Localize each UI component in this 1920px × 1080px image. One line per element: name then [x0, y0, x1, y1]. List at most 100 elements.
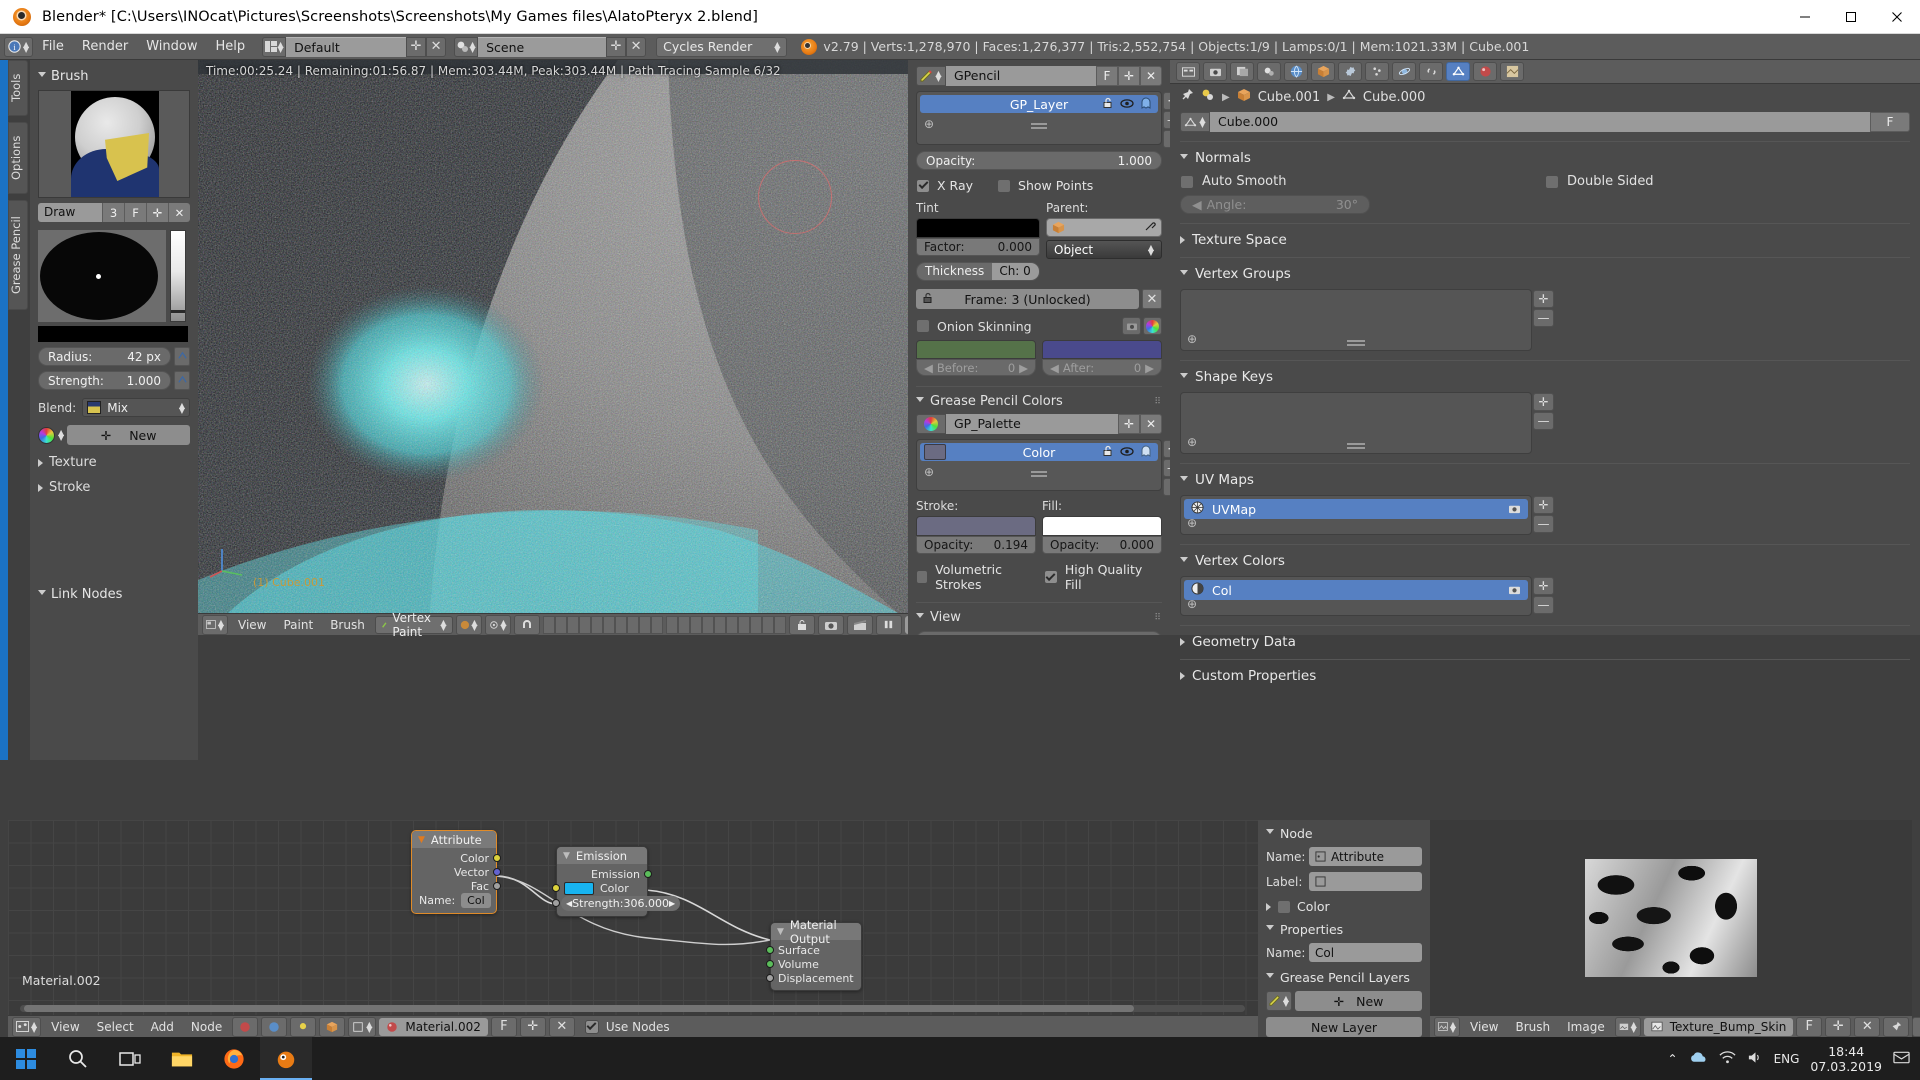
editor-type-info-icon[interactable]: i ▲ ▼	[4, 36, 34, 57]
vertex-color-row[interactable]: Col	[1184, 580, 1528, 600]
socket-displacement[interactable]	[766, 974, 774, 982]
gpencil-opacity-slider[interactable]: Opacity: 1.000	[916, 151, 1162, 170]
socket-strength-in[interactable]	[552, 899, 560, 907]
menu-file[interactable]: File	[33, 37, 73, 57]
brush-fake-user-button[interactable]: F	[124, 203, 146, 222]
unlock-icon[interactable]	[1102, 97, 1114, 112]
node-material-selector[interactable]: Material.002	[379, 1017, 488, 1036]
menu-help[interactable]: Help	[206, 37, 254, 57]
delete-frame-button[interactable]: ✕	[1142, 289, 1162, 309]
slot-object-icon[interactable]	[319, 1016, 346, 1037]
fill-color-swatch[interactable]	[1042, 516, 1162, 536]
firefox-button[interactable]	[208, 1037, 260, 1080]
texture-panel-header[interactable]: Texture	[38, 455, 190, 470]
tab-grease-pencil[interactable]: Grease Pencil	[8, 200, 28, 310]
parent-object-field[interactable]	[1046, 218, 1162, 237]
material-properties-tab[interactable]	[1473, 62, 1497, 81]
vertex-groups-section-header[interactable]: Vertex Groups	[1180, 257, 1910, 282]
add-uvmap-icon[interactable]: ⊕	[1187, 516, 1197, 530]
shape-keys-section-header[interactable]: Shape Keys	[1180, 360, 1910, 385]
start-button[interactable]	[0, 1037, 52, 1080]
vertex-color-add-button[interactable]: ✛	[1533, 577, 1554, 595]
texture-space-section-header[interactable]: Texture Space	[1180, 223, 1910, 248]
palette-name-field[interactable]: GP_Palette	[946, 414, 1118, 434]
parent-type-dropdown[interactable]: Object ▲ ▼	[1046, 240, 1162, 259]
onion-after-field[interactable]: ◀ After: 0 ▶	[1042, 359, 1162, 376]
vertex-colors-list[interactable]: Col ⊕ ✛ —	[1180, 576, 1554, 616]
image-fake-user-button[interactable]: F	[1796, 1016, 1823, 1037]
node-emission[interactable]: ▼ Emission Emission Color ◀ Strength: 30…	[552, 846, 681, 917]
view-panel-header[interactable]: View ⠿	[916, 602, 1162, 625]
fill-opacity-slider[interactable]: Opacity: 0.000	[1042, 536, 1162, 554]
onion-after-color[interactable]	[1042, 340, 1162, 359]
image-name-selector[interactable]: Texture_Bump_Skin	[1643, 1017, 1794, 1036]
texture-properties-tab[interactable]	[1500, 62, 1524, 81]
vertex-group-add-button[interactable]: ✛	[1533, 290, 1554, 308]
delete-brush-button[interactable]: ✕	[168, 203, 190, 222]
onedrive-icon[interactable]	[1689, 1050, 1708, 1068]
node-editor-horizontal-scrollbar[interactable]	[20, 1005, 1245, 1012]
node-attribute-header[interactable]: ▼ Attribute	[412, 831, 496, 848]
shader-type-object-icon[interactable]	[232, 1016, 259, 1037]
onion-camera-icon[interactable]	[1122, 317, 1141, 335]
brush-curve-slider[interactable]	[170, 230, 186, 322]
vertex-groups-list[interactable]: ⊕ ✛ —	[1180, 289, 1554, 351]
node-material-add-button[interactable]: ✛	[519, 1016, 546, 1037]
object-properties-tab[interactable]	[1311, 62, 1335, 81]
triangle-down-icon[interactable]: ▼	[418, 835, 425, 845]
render-still-camera-icon[interactable]	[817, 614, 844, 635]
xray-toggle[interactable]: X Ray	[916, 178, 973, 193]
brush-name-field[interactable]: Draw	[38, 203, 102, 222]
node-output-displacement[interactable]: Displacement	[766, 971, 861, 985]
onion-before-color[interactable]	[916, 340, 1036, 359]
breadcrumb-data-name[interactable]: Cube.000	[1363, 90, 1426, 105]
geometry-data-section-header[interactable]: Geometry Data	[1180, 625, 1910, 650]
node-name-value[interactable]: Attribute	[1309, 847, 1422, 866]
tint-factor-slider[interactable]: Factor: 0.000	[916, 238, 1040, 256]
language-indicator[interactable]: ENG	[1774, 1052, 1800, 1066]
vertex-color-remove-button[interactable]: —	[1533, 596, 1554, 614]
color-wheel-icon[interactable]	[38, 426, 55, 444]
socket-fac[interactable]	[493, 882, 501, 890]
editor-type-properties-icon[interactable]	[1176, 62, 1200, 81]
pivot-point-button[interactable]: ▲ ▼	[484, 614, 511, 635]
modifier-properties-tab[interactable]	[1338, 62, 1362, 81]
lock-layers-icon[interactable]	[788, 614, 815, 635]
socket-vector[interactable]	[493, 868, 501, 876]
stroke-opacity-slider[interactable]: Opacity: 0.194	[916, 536, 1036, 554]
image-menu-view[interactable]: View	[1463, 1020, 1505, 1034]
image-add-button[interactable]: ✛	[1825, 1016, 1852, 1037]
node-properties-panel-header[interactable]: Properties	[1266, 922, 1422, 937]
pencil-icon[interactable]: ▲ ▼	[916, 66, 946, 86]
node-color-panel-header[interactable]: Color	[1266, 899, 1422, 914]
image-delete-button[interactable]: ✕	[1854, 1016, 1881, 1037]
tint-color-swatch[interactable]	[916, 218, 1040, 238]
new-brush-button[interactable]: ✛ New	[67, 425, 190, 445]
uvmap-remove-button[interactable]: —	[1533, 515, 1554, 533]
editor-type-3dview-icon[interactable]: ▲ ▼	[202, 614, 228, 635]
layer-add-button[interactable]: ✛	[1163, 92, 1170, 110]
strength-slider[interactable]: Strength: 1.000	[38, 371, 171, 390]
checkbox-unchecked-icon[interactable]	[1277, 899, 1291, 914]
node-menu-select[interactable]: Select	[90, 1020, 141, 1034]
custom-properties-section-header[interactable]: Custom Properties	[1180, 659, 1910, 684]
particles-properties-tab[interactable]	[1365, 62, 1389, 81]
triangle-down-icon[interactable]: ▼	[563, 851, 570, 861]
node-attribute-output-vector[interactable]: Vector	[412, 865, 501, 879]
eye-visibility-icon[interactable]	[1120, 97, 1134, 112]
node-emission-strength-field[interactable]: ◀ Strength: 306.000 ▶	[561, 896, 681, 911]
strength-pressure-toggle[interactable]	[174, 371, 190, 390]
node-menu-node[interactable]: Node	[184, 1020, 229, 1034]
3d-viewport[interactable]: Time:00:25.24 | Remaining:01:56.87 | Mem…	[198, 60, 908, 613]
use-nodes-toggle[interactable]: Use Nodes	[578, 1019, 677, 1034]
pause-preview-icon[interactable]	[875, 614, 902, 635]
delete-scene-button[interactable]: ✕	[626, 36, 647, 57]
viewport-menu-view[interactable]: View	[231, 618, 273, 632]
shader-type-world-icon[interactable]	[261, 1016, 288, 1037]
object-data-properties-tab[interactable]	[1446, 62, 1470, 81]
node-label-value[interactable]	[1309, 872, 1422, 891]
color-specials-button[interactable]: ▾	[1163, 478, 1170, 496]
resize-grip-icon[interactable]	[1031, 123, 1047, 125]
vertex-colors-section-header[interactable]: Vertex Colors	[1180, 544, 1910, 569]
resize-grip-icon[interactable]	[1031, 471, 1047, 473]
